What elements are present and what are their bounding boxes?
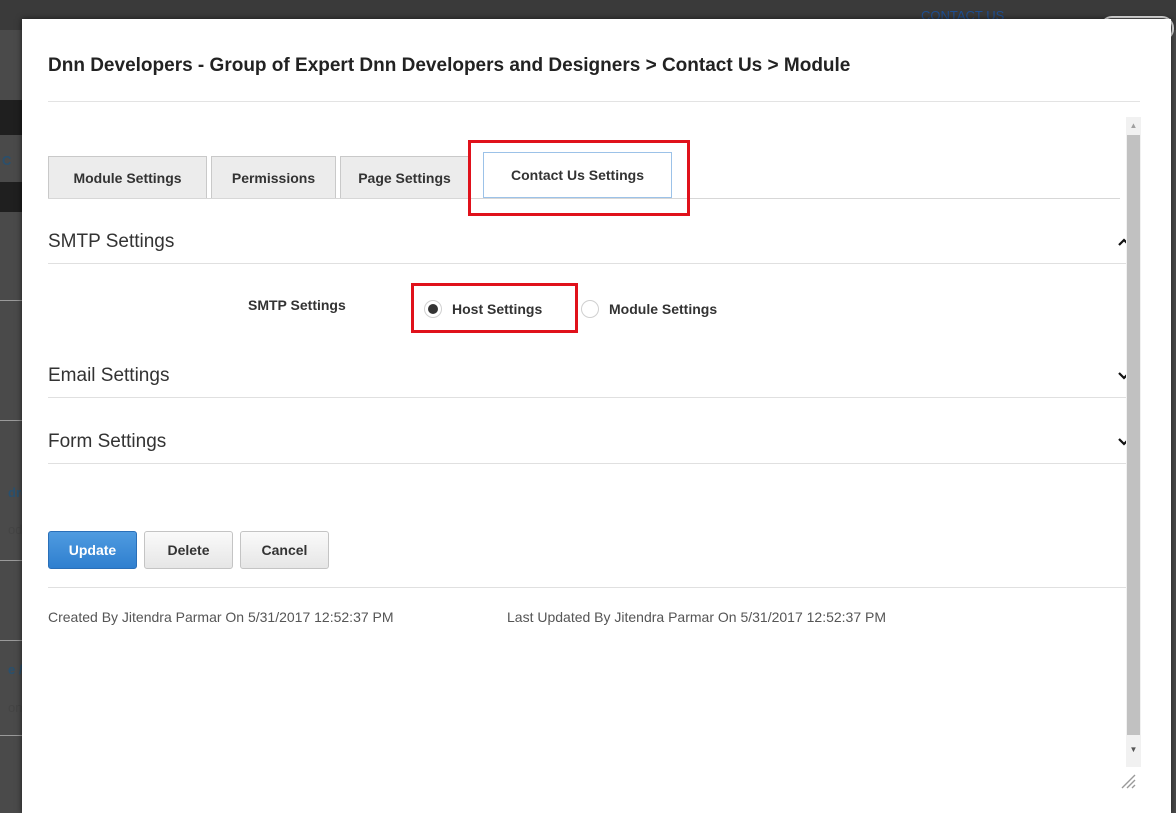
background-fragment: C [2, 153, 12, 168]
resize-grip-icon[interactable] [1118, 771, 1136, 789]
tab-permissions[interactable]: Permissions [211, 156, 336, 199]
email-settings-section-header[interactable]: Email Settings [48, 356, 1130, 396]
tab-page-settings[interactable]: Page Settings [340, 156, 469, 199]
radio-host-settings[interactable]: Host Settings [424, 300, 542, 318]
background-divider [0, 640, 22, 641]
section-divider [48, 463, 1128, 464]
background-divider [0, 735, 22, 736]
background-divider [0, 420, 22, 421]
smtp-settings-section-header[interactable]: SMTP Settings [48, 222, 1130, 262]
cancel-button[interactable]: Cancel [240, 531, 329, 569]
tab-module-settings[interactable]: Module Settings [48, 156, 207, 199]
update-button[interactable]: Update [48, 531, 137, 569]
scroll-up-arrow-icon[interactable]: ▲ [1126, 117, 1141, 133]
section-divider [48, 397, 1128, 398]
created-by-text: Created By Jitendra Parmar On 5/31/2017 … [48, 609, 394, 625]
background-dark-band [0, 100, 22, 135]
smtp-settings-field-label: SMTP Settings [248, 297, 346, 313]
form-settings-section-header[interactable]: Form Settings [48, 422, 1130, 462]
section-title: Form Settings [48, 431, 167, 452]
radio-button-selected[interactable] [424, 300, 442, 318]
background-dark-band-2 [0, 182, 22, 212]
dialog-title: Dnn Developers - Group of Expert Dnn Dev… [48, 55, 851, 76]
tab-contact-us-settings[interactable]: Contact Us Settings [483, 152, 672, 198]
scroll-down-arrow-icon[interactable]: ▼ [1126, 741, 1141, 757]
radio-label: Host Settings [452, 301, 543, 317]
background-divider [0, 300, 22, 301]
footer-divider [48, 587, 1140, 588]
module-settings-dialog: Dnn Developers - Group of Expert Dnn Dev… [22, 19, 1171, 813]
section-divider [48, 263, 1128, 264]
radio-button[interactable] [581, 300, 599, 318]
title-divider [48, 101, 1140, 102]
radio-module-settings[interactable]: Module Settings [581, 300, 717, 318]
background-fragment: e / [8, 662, 23, 677]
tabs-divider [48, 198, 1120, 199]
section-title: Email Settings [48, 365, 170, 386]
radio-label: Module Settings [609, 301, 718, 317]
delete-button[interactable]: Delete [144, 531, 233, 569]
background-divider [0, 560, 22, 561]
scrollbar-thumb[interactable] [1127, 135, 1140, 735]
section-title: SMTP Settings [48, 231, 175, 252]
last-updated-text: Last Updated By Jitendra Parmar On 5/31/… [507, 609, 887, 625]
